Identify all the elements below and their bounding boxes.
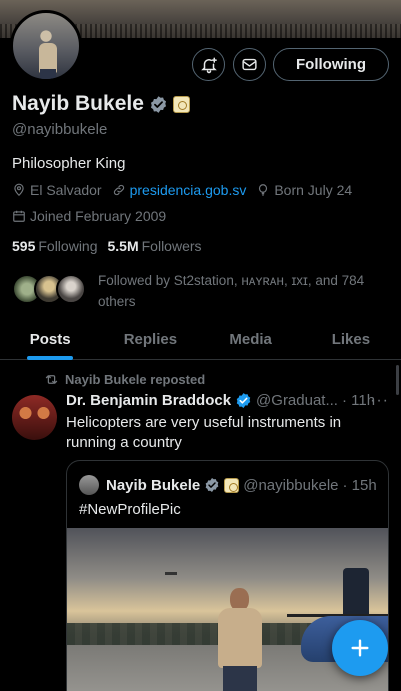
profile-bio: Philosopher King [12,155,126,172]
tab-likes[interactable]: Likes [301,320,401,359]
scrollbar[interactable] [396,365,399,395]
birthday-text: Born July 24 [274,182,353,198]
notifications-button[interactable] [192,48,225,81]
quoted-author-avatar [79,475,99,495]
follow-counts: 595 Following 5.5M Followers [12,238,202,254]
repost-icon [45,375,58,384]
link-icon [113,184,124,196]
compose-post-button[interactable] [332,620,388,676]
affiliate-seal-icon[interactable] [172,95,190,113]
calendar-icon [13,210,25,222]
followers-count-link[interactable]: 5.5M Followers [108,238,202,254]
verified-badge-icon[interactable] [149,95,168,114]
tweet-text: Helicopters are very useful instruments … [66,414,342,451]
balloon-icon [259,184,268,196]
profile-meta: El Salvador presidencia.gob.sv Born July… [12,182,362,198]
verified-badge-icon[interactable] [235,392,252,409]
tab-posts[interactable]: Posts [0,320,100,360]
tweet-author-handle[interactable]: @Graduat... [256,392,338,409]
joined-text: Joined February 2009 [30,208,167,224]
tab-media[interactable]: Media [201,320,301,359]
joined-item: Joined February 2009 [12,208,166,224]
location-item: El Salvador [12,182,102,198]
birthday-item: Born July 24 [256,182,352,198]
plus-icon [351,639,369,657]
verified-badge-icon [205,478,219,492]
profile-tabs: Posts Replies Media Likes [0,320,401,360]
bell-plus-icon [200,57,217,73]
affiliate-seal-icon [224,477,240,493]
following-button[interactable]: Following [273,48,389,81]
followed-by-text: Followed by St2station, ʜᴀʏʀᴀʜ, ɪхɪ, and… [98,273,365,309]
quoted-author-name: Nayib Bukele [106,476,201,494]
quoted-tweet-text: #NewProfilePic [79,501,181,518]
tab-replies[interactable]: Replies [100,320,200,359]
profile-avatar[interactable] [10,10,82,82]
tweet-author-name[interactable]: Dr. Benjamin Braddock [66,392,231,409]
message-button[interactable] [233,48,266,81]
quoted-tweet-header: Nayib Bukele @nayibbukele · 15h [79,475,377,495]
tweet-author-avatar[interactable] [12,395,57,440]
profile-handle: @nayibbukele [12,121,108,138]
profile-name: Nayib Bukele [12,92,144,115]
profile-name-row: Nayib Bukele [12,92,190,116]
repost-label: Nayib Bukele reposted [65,372,206,387]
location-text: El Salvador [30,182,102,198]
follower-avatar [56,274,86,304]
followers-count: 5.5M [107,238,139,254]
more-options-icon[interactable]: ··· [370,392,389,410]
repost-indicator[interactable]: Nayib Bukele reposted [44,372,205,387]
location-pin-icon [14,183,24,197]
followers-label: Followers [141,238,202,254]
avatar-figure-legs [40,69,56,79]
following-label: Following [38,238,98,254]
envelope-icon [242,58,257,71]
following-count-link[interactable]: 595 Following [12,238,98,254]
website-item[interactable]: presidencia.gob.sv [112,182,247,198]
quoted-author-handle: @nayibbukele [243,476,339,494]
tweet-header: Dr. Benjamin Braddock @Graduat... · 11h [66,392,375,409]
image-distant-helicopter [165,572,177,575]
image-person [214,588,270,691]
quoted-tweet-time: · 15h [342,476,377,494]
following-count: 595 [12,238,36,254]
website-link[interactable]: presidencia.gob.sv [130,182,247,198]
